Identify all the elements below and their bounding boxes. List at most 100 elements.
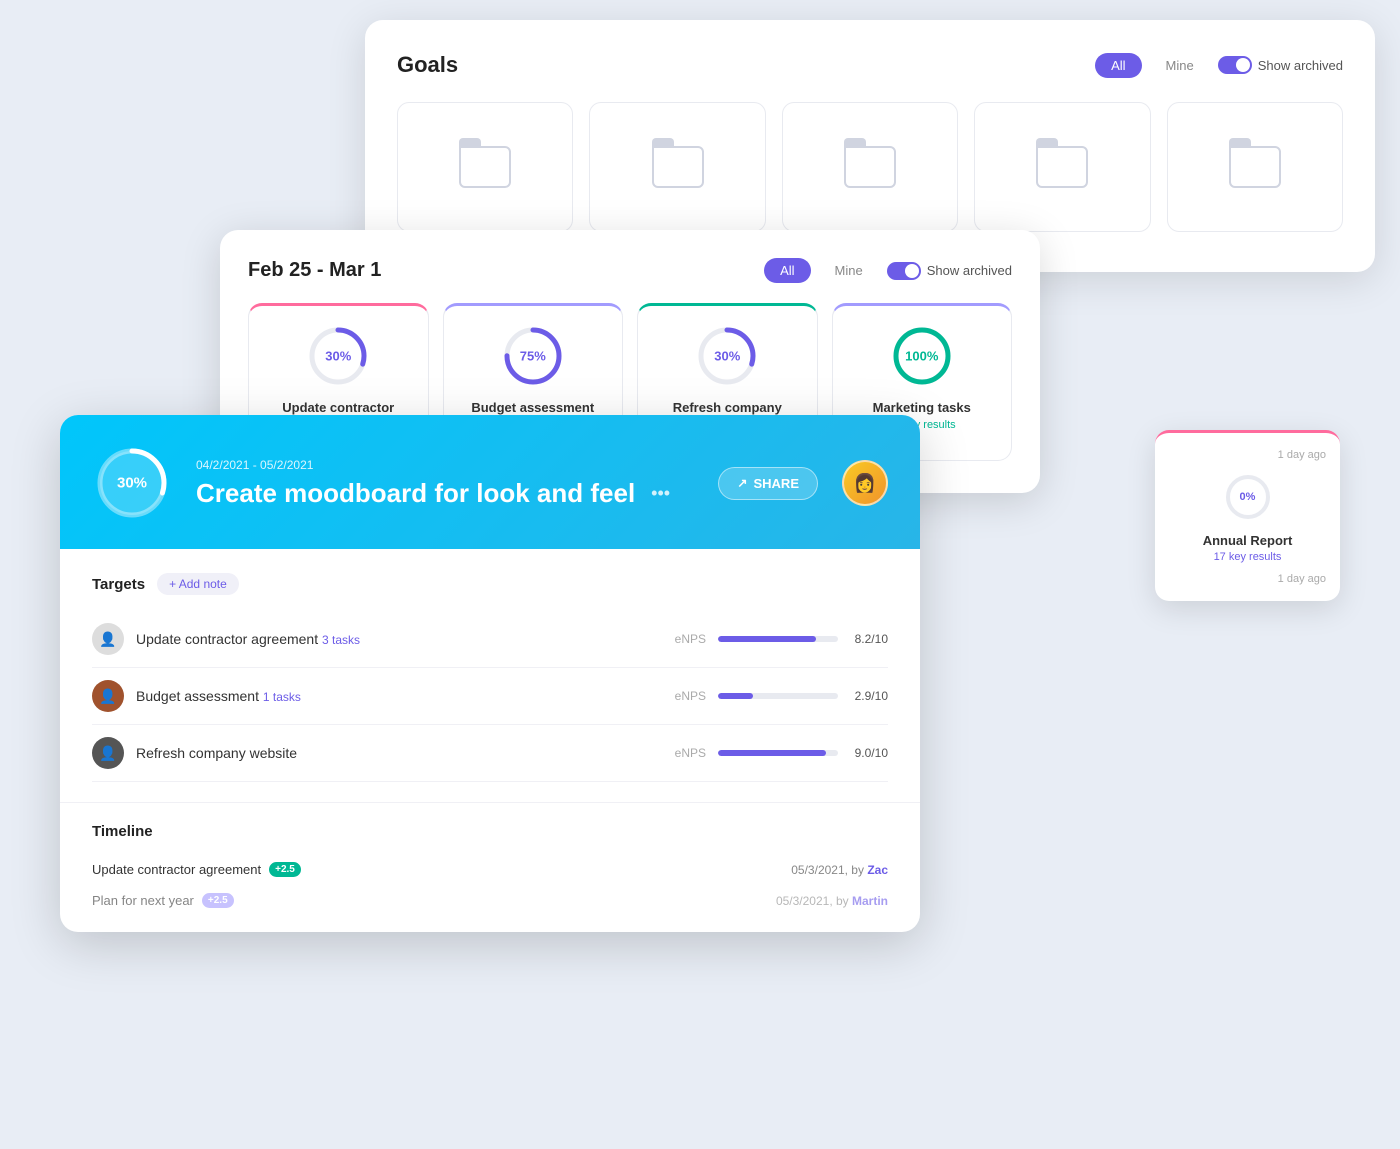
targets-header: Targets + Add note	[92, 573, 888, 595]
target-progress-bar-2	[718, 693, 838, 699]
target-avatar-3: 👤	[92, 737, 124, 769]
folder-card-2[interactable]	[589, 102, 765, 232]
timeline-row-1: Update contractor agreement +2.5 05/3/20…	[92, 854, 888, 885]
goal-percent-3: 30%	[714, 349, 740, 364]
timeline-author-2: Martin	[852, 894, 888, 908]
target-name-2: Budget assessment 1 tasks	[136, 688, 301, 704]
target-avatar-1: 👤	[92, 623, 124, 655]
timeline-badge-1: +2.5	[269, 862, 301, 877]
target-tasks-link-2[interactable]: 1 tasks	[263, 690, 301, 704]
timeline-left-1: Update contractor agreement +2.5	[92, 862, 301, 877]
target-right-1: eNPS 8.2/10	[675, 632, 888, 646]
detail-title: Create moodboard for look and feel	[196, 478, 635, 509]
week-show-archived-toggle[interactable]: Show archived	[887, 262, 1012, 280]
goals-show-archived-toggle[interactable]: Show archived	[1218, 56, 1343, 74]
goal-name-2: Budget assessment	[471, 400, 594, 415]
target-metric-2: eNPS	[675, 689, 706, 703]
week-filter-all[interactable]: All	[764, 258, 810, 283]
annual-title: Annual Report	[1169, 533, 1326, 548]
detail-header-text: 04/2/2021 - 05/2/2021 Create moodboard f…	[196, 458, 694, 509]
detail-body: Targets + Add note 👤 Update contractor a…	[60, 549, 920, 802]
goals-filter-all[interactable]: All	[1095, 53, 1141, 78]
week-show-archived-label: Show archived	[927, 263, 1012, 278]
share-label: SHARE	[753, 476, 799, 491]
folder-card-1[interactable]	[397, 102, 573, 232]
folder-card-3[interactable]	[782, 102, 958, 232]
target-tasks-link-1[interactable]: 3 tasks	[322, 633, 360, 647]
timeline-author-1: Zac	[867, 863, 888, 877]
share-icon: ↗	[737, 476, 747, 490]
timeline-left-2: Plan for next year +2.5	[92, 893, 234, 908]
detail-progress-circle: 30%	[92, 443, 172, 523]
add-note-button[interactable]: + Add note	[157, 573, 239, 595]
target-left-2: 👤 Budget assessment 1 tasks	[92, 680, 301, 712]
target-metric-1: eNPS	[675, 632, 706, 646]
week-title: Feb 25 - Mar 1	[248, 259, 381, 282]
goal-progress-circle-4: 100%	[890, 324, 954, 388]
target-row-2: 👤 Budget assessment 1 tasks eNPS 2.9/10	[92, 668, 888, 725]
target-progress-bar-3	[718, 750, 838, 756]
goal-name-4: Marketing tasks	[873, 400, 971, 415]
target-name-3: Refresh company website	[136, 745, 297, 761]
target-score-2: 2.9/10	[850, 689, 888, 703]
detail-header: 30% 04/2/2021 - 05/2/2021 Create moodboa…	[60, 415, 920, 549]
goal-percent-4: 100%	[905, 349, 938, 364]
timeline-section: Timeline Update contractor agreement +2.…	[60, 802, 920, 932]
annual-meta: 17 key results	[1169, 551, 1326, 563]
timeline-name-2: Plan for next year	[92, 893, 194, 908]
folder-icon-4	[1036, 146, 1088, 188]
folder-card-4[interactable]	[974, 102, 1150, 232]
goal-percent-1: 30%	[325, 349, 351, 364]
target-right-2: eNPS 2.9/10	[675, 689, 888, 703]
timeline-badge-2: +2.5	[202, 893, 234, 908]
target-progress-bar-1	[718, 636, 838, 642]
week-header: Feb 25 - Mar 1 All Mine Show archived	[248, 258, 1012, 283]
target-metric-3: eNPS	[675, 746, 706, 760]
week-filter-group: All Mine Show archived	[764, 258, 1012, 283]
share-button[interactable]: ↗ SHARE	[718, 467, 818, 500]
detail-panel: 30% 04/2/2021 - 05/2/2021 Create moodboa…	[60, 415, 920, 932]
target-left-3: 👤 Refresh company website	[92, 737, 297, 769]
timeline-right-1: 05/3/2021, by Zac	[791, 863, 888, 877]
timeline-name-1: Update contractor agreement	[92, 862, 261, 877]
target-row-3: 👤 Refresh company website eNPS 9.0/10	[92, 725, 888, 782]
annual-percent: 0%	[1240, 491, 1256, 503]
goals-title: Goals	[397, 52, 458, 78]
annual-time2: 1 day ago	[1169, 573, 1326, 585]
goal-progress-circle-2: 75%	[501, 324, 565, 388]
folder-icon-1	[459, 146, 511, 188]
timeline-row-2: Plan for next year +2.5 05/3/2021, by Ma…	[92, 885, 888, 916]
target-progress-fill-2	[718, 693, 753, 699]
detail-percent: 30%	[117, 475, 147, 492]
timeline-right-2: 05/3/2021, by Martin	[776, 894, 888, 908]
goal-progress-circle-1: 30%	[306, 324, 370, 388]
goal-progress-circle-3: 30%	[695, 324, 759, 388]
goals-header: Goals All Mine Show archived	[397, 52, 1343, 78]
folder-grid	[397, 102, 1343, 232]
target-progress-fill-1	[718, 636, 816, 642]
detail-dates: 04/2/2021 - 05/2/2021	[196, 458, 694, 472]
timeline-title: Timeline	[92, 823, 888, 840]
annual-time: 1 day ago	[1169, 449, 1326, 461]
target-name-1: Update contractor agreement 3 tasks	[136, 631, 360, 647]
goals-filter-mine[interactable]: Mine	[1150, 53, 1210, 78]
annual-report-panel: 1 day ago 0% Annual Report 17 key result…	[1155, 430, 1340, 601]
goals-show-archived-label: Show archived	[1258, 58, 1343, 73]
folder-icon-5	[1229, 146, 1281, 188]
target-progress-fill-3	[718, 750, 826, 756]
target-score-3: 9.0/10	[850, 746, 888, 760]
folder-card-5[interactable]	[1167, 102, 1343, 232]
targets-title: Targets	[92, 576, 145, 593]
annual-circle: 0%	[1169, 471, 1326, 523]
more-options-icon[interactable]: •••	[651, 483, 670, 504]
week-toggle-switch-icon[interactable]	[887, 262, 921, 280]
goal-percent-2: 75%	[520, 349, 546, 364]
target-row-1: 👤 Update contractor agreement 3 tasks eN…	[92, 611, 888, 668]
toggle-switch-icon[interactable]	[1218, 56, 1252, 74]
target-avatar-2: 👤	[92, 680, 124, 712]
week-filter-mine[interactable]: Mine	[819, 258, 879, 283]
folder-icon-3	[844, 146, 896, 188]
goals-filter-group: All Mine Show archived	[1095, 53, 1343, 78]
target-left-1: 👤 Update contractor agreement 3 tasks	[92, 623, 360, 655]
target-score-1: 8.2/10	[850, 632, 888, 646]
